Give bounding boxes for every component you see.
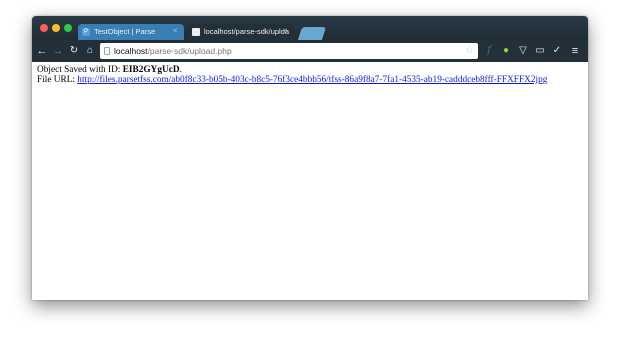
title-bar: P TestObject | Parse ✕ localhost/parse-s… [32,16,588,40]
bookmark-star-icon[interactable]: ☆ [465,43,474,59]
shield-icon[interactable]: ▽ [516,44,530,58]
tab-localhost-upload[interactable]: localhost/parse-sdk/uploa ✕ [188,24,294,40]
minimize-window-button[interactable] [52,24,60,32]
object-id: EIB2GYgUcD [122,65,180,75]
browser-window: P TestObject | Parse ✕ localhost/parse-s… [32,16,588,300]
browser-toolbar: ← → ↻ ⌂ localhost/parse-sdk/upload.php ☆… [32,40,588,62]
page-content: Object Saved with ID: EIB2GYgUcD. File U… [32,62,588,300]
cast-icon[interactable]: ▭ [533,44,547,58]
saved-message: Object Saved with ID: EIB2GYgUcD. [37,65,583,75]
close-window-button[interactable] [40,24,48,32]
parse-favicon-icon: P [82,28,90,36]
page-icon [104,47,110,55]
address-bar[interactable]: localhost/parse-sdk/upload.php ☆ [100,43,478,59]
file-url-label: File URL: [37,75,78,85]
back-icon[interactable]: ← [36,43,48,59]
menu-icon[interactable]: ≡ [568,44,582,58]
file-url-line: File URL: http://files.parsetfss.com/ab0… [37,75,583,85]
saved-label: Object Saved with ID: [37,65,123,75]
new-tab-button[interactable] [297,27,327,40]
page-favicon-icon [192,28,200,36]
url-path: /parse-sdk/upload.php [147,46,232,56]
tab-label: localhost/parse-sdk/uploa [204,27,290,36]
file-url-link[interactable]: http://files.parsetfss.com/ab0f8c33-b05b… [77,75,547,85]
reload-icon[interactable]: ↻ [68,43,80,59]
android-icon[interactable]: ● [499,44,513,58]
saved-suffix: . [179,65,182,75]
home-icon[interactable]: ⌂ [84,43,96,59]
checkmark-icon[interactable]: ✓ [550,44,564,58]
maximize-window-button[interactable] [64,24,72,32]
tab-close-icon[interactable]: ✕ [172,24,178,40]
tab-close-icon[interactable]: ✕ [282,24,288,40]
tab-testobject-parse[interactable]: P TestObject | Parse ✕ [78,24,184,40]
tab-label: TestObject | Parse [94,27,156,36]
url-host: localhost [114,46,148,56]
forward-icon[interactable]: → [52,43,64,59]
fx-icon[interactable]: f [482,44,496,58]
